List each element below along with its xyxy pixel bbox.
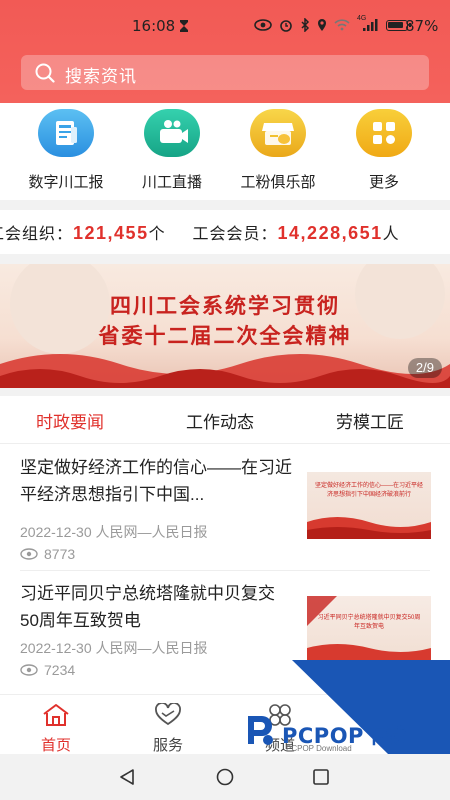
news-meta: 2022-12-30 人民网—人民日报 <box>20 522 208 542</box>
alarm-icon <box>280 20 292 32</box>
banner-carousel[interactable]: 四川工会系统学习贯彻 省委十二届二次全会精神 2/9 <box>0 264 450 388</box>
status-time: 16:08 <box>132 17 176 35</box>
home-icon <box>43 704 69 726</box>
news-date: 2022-12-30 <box>20 640 92 656</box>
status-bar: 16:08 4G 87% <box>0 14 450 40</box>
quick-nav-label: 数字川工报 <box>28 174 104 191</box>
bottom-nav-label: 频道 <box>264 737 295 754</box>
org-unit: 个 <box>148 226 166 243</box>
bottom-nav-home[interactable]: 首页 <box>26 703 86 755</box>
banner-title-line1: 四川工会系统学习贯彻 <box>110 294 340 318</box>
news-source: 人民网—人民日报 <box>95 524 208 540</box>
stats-ticker: 工会组织：121,455个 工会会员：14,228,651人 <box>0 210 450 254</box>
video-camera-icon <box>144 109 200 157</box>
banner-page-counter: 2/9 <box>407 358 442 378</box>
org-label: 工会组织： <box>0 226 74 243</box>
location-icon <box>318 19 326 31</box>
news-list: 坚定做好经济工作的信心——在习近平经济思想指引下中国... 2022-12-30… <box>0 444 450 694</box>
app-header: 16:08 4G 87% 搜索资讯 <box>0 0 450 103</box>
battery-percent: 87% <box>405 17 439 35</box>
org-count: 121,455 <box>73 223 149 243</box>
wifi-icon <box>334 19 350 31</box>
tab-model-workers[interactable]: 劳模工匠 <box>336 408 404 433</box>
list-item[interactable]: 坚定做好经济工作的信心——在习近平经济思想指引下中国... 2022-12-30… <box>0 454 450 570</box>
eye-icon <box>254 19 272 31</box>
signal-icon: 4G <box>357 15 379 32</box>
recents-icon[interactable] <box>312 768 330 786</box>
eye-icon <box>20 664 38 676</box>
news-date: 2022-12-30 <box>20 524 92 540</box>
news-views: 7234 <box>20 662 75 678</box>
channel-icon <box>269 704 291 726</box>
list-item[interactable]: 习近平同贝宁总统塔隆就中贝复交50周年互致贺电 2022-12-30 人民网—人… <box>0 580 450 694</box>
thumb-caption: 坚定做好经济工作的信心——在习近平经济思想指引下中国经济破浪前行 <box>314 483 423 498</box>
bottom-nav-channel[interactable]: 频道 <box>250 703 310 755</box>
ticker-row: 工会组织：121,455个 工会会员：14,228,651人 <box>0 220 400 244</box>
hourglass-icon <box>180 20 188 32</box>
system-nav-bar <box>0 754 450 800</box>
quick-nav: 数字川工报 川工直播 工粉俱乐部 更多 <box>0 103 450 200</box>
member-label: 工会会员： <box>192 226 278 243</box>
grid-more-icon <box>356 109 412 157</box>
quick-nav-label: 更多 <box>368 174 399 191</box>
news-meta: 2022-12-30 人民网—人民日报 <box>20 638 208 658</box>
quick-nav-live[interactable]: 川工直播 <box>122 109 222 192</box>
tab-work-news[interactable]: 工作动态 <box>186 408 254 433</box>
quick-nav-fan-club[interactable]: 工粉俱乐部 <box>228 109 328 192</box>
home-circle-icon[interactable] <box>215 768 235 786</box>
search-input[interactable]: 搜索资讯 <box>21 55 429 90</box>
member-count: 14,228,651 <box>277 223 383 243</box>
back-icon[interactable] <box>118 768 136 786</box>
news-source: 人民网—人民日报 <box>95 640 208 656</box>
news-thumbnail: 习近平同贝宁总统塔隆就中贝复交50周年互致贺电 <box>307 596 431 663</box>
quick-nav-label: 工粉俱乐部 <box>240 174 316 191</box>
divider <box>20 570 430 571</box>
news-thumbnail: 坚定做好经济工作的信心——在习近平经济思想指引下中国经济破浪前行 <box>307 472 431 539</box>
quick-nav-label: 川工直播 <box>141 174 202 191</box>
news-tabs: 时政要闻 工作动态 劳模工匠 <box>0 396 450 444</box>
member-unit: 人 <box>382 226 400 243</box>
eye-icon <box>20 548 38 560</box>
store-icon <box>250 109 306 157</box>
view-count: 7234 <box>44 662 76 678</box>
quick-nav-digital-paper[interactable]: 数字川工报 <box>16 109 116 192</box>
status-icons: 4G <box>254 15 411 32</box>
bottom-nav-label: 首页 <box>40 737 71 754</box>
heart-icon <box>155 702 181 726</box>
quick-nav-more[interactable]: 更多 <box>334 109 434 192</box>
bottom-nav: 首页 服务 频道 <box>0 694 450 754</box>
news-title: 习近平同贝宁总统塔隆就中贝复交50周年互致贺电 <box>20 584 275 630</box>
thumb-caption: 习近平同贝宁总统塔隆就中贝复交50周年互致贺电 <box>317 615 421 630</box>
banner-title-line2: 省委十二届二次全会精神 <box>98 324 352 348</box>
search-icon <box>35 63 55 83</box>
news-title: 坚定做好经济工作的信心——在习近平经济思想指引下中国... <box>20 458 292 504</box>
news-views: 8773 <box>20 546 75 562</box>
bluetooth-icon <box>301 18 310 32</box>
tab-politics[interactable]: 时政要闻 <box>36 408 104 433</box>
newspaper-icon <box>38 109 94 157</box>
bottom-nav-service[interactable]: 服务 <box>138 702 198 755</box>
bottom-nav-label: 服务 <box>152 737 183 754</box>
view-count: 8773 <box>44 546 76 562</box>
search-placeholder: 搜索资讯 <box>65 67 137 86</box>
